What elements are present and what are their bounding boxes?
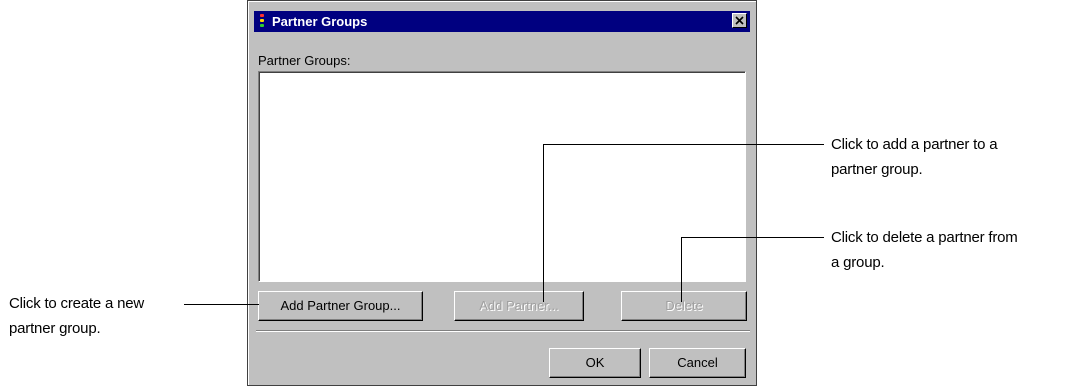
callout-add-partner: Click to add a partner to a partner grou… (831, 132, 998, 182)
traffic-light-icon (259, 14, 265, 29)
cancel-button[interactable]: Cancel (649, 348, 746, 378)
add-partner-button[interactable]: Add Partner... (454, 291, 584, 321)
close-icon (735, 16, 744, 25)
delete-button[interactable]: Delete (621, 291, 747, 321)
callout-add-partner-leader-vertical (543, 144, 544, 302)
callout-delete-leader-vertical (681, 237, 682, 302)
partner-groups-label: Partner Groups: (258, 53, 351, 68)
callout-add-partner-leader-horizontal (543, 144, 824, 145)
callout-add-partner-line2: partner group. (831, 161, 923, 178)
callout-delete-line2: a group. (831, 254, 885, 271)
partner-groups-list[interactable] (258, 71, 746, 282)
button-separator (256, 330, 750, 332)
callout-add-group: Click to create a new partner group. (9, 291, 144, 341)
callout-delete-leader-horizontal (681, 237, 824, 238)
callout-add-group-line1: Click to create a new (9, 295, 145, 312)
callout-add-group-leader (184, 304, 259, 305)
partner-groups-dialog: Partner Groups Partner Groups: Add Partn… (247, 0, 757, 386)
dialog-title: Partner Groups (272, 14, 368, 29)
callout-add-group-line2: partner group. (9, 320, 101, 337)
dialog-titlebar[interactable]: Partner Groups (254, 11, 750, 32)
close-button[interactable] (732, 13, 747, 28)
add-partner-group-button[interactable]: Add Partner Group... (258, 291, 423, 321)
callout-delete: Click to delete a partner from a group. (831, 225, 1018, 275)
callout-delete-line1: Click to delete a partner from (831, 229, 1018, 246)
ok-button[interactable]: OK (549, 348, 641, 378)
callout-add-partner-line1: Click to add a partner to a (831, 136, 998, 153)
